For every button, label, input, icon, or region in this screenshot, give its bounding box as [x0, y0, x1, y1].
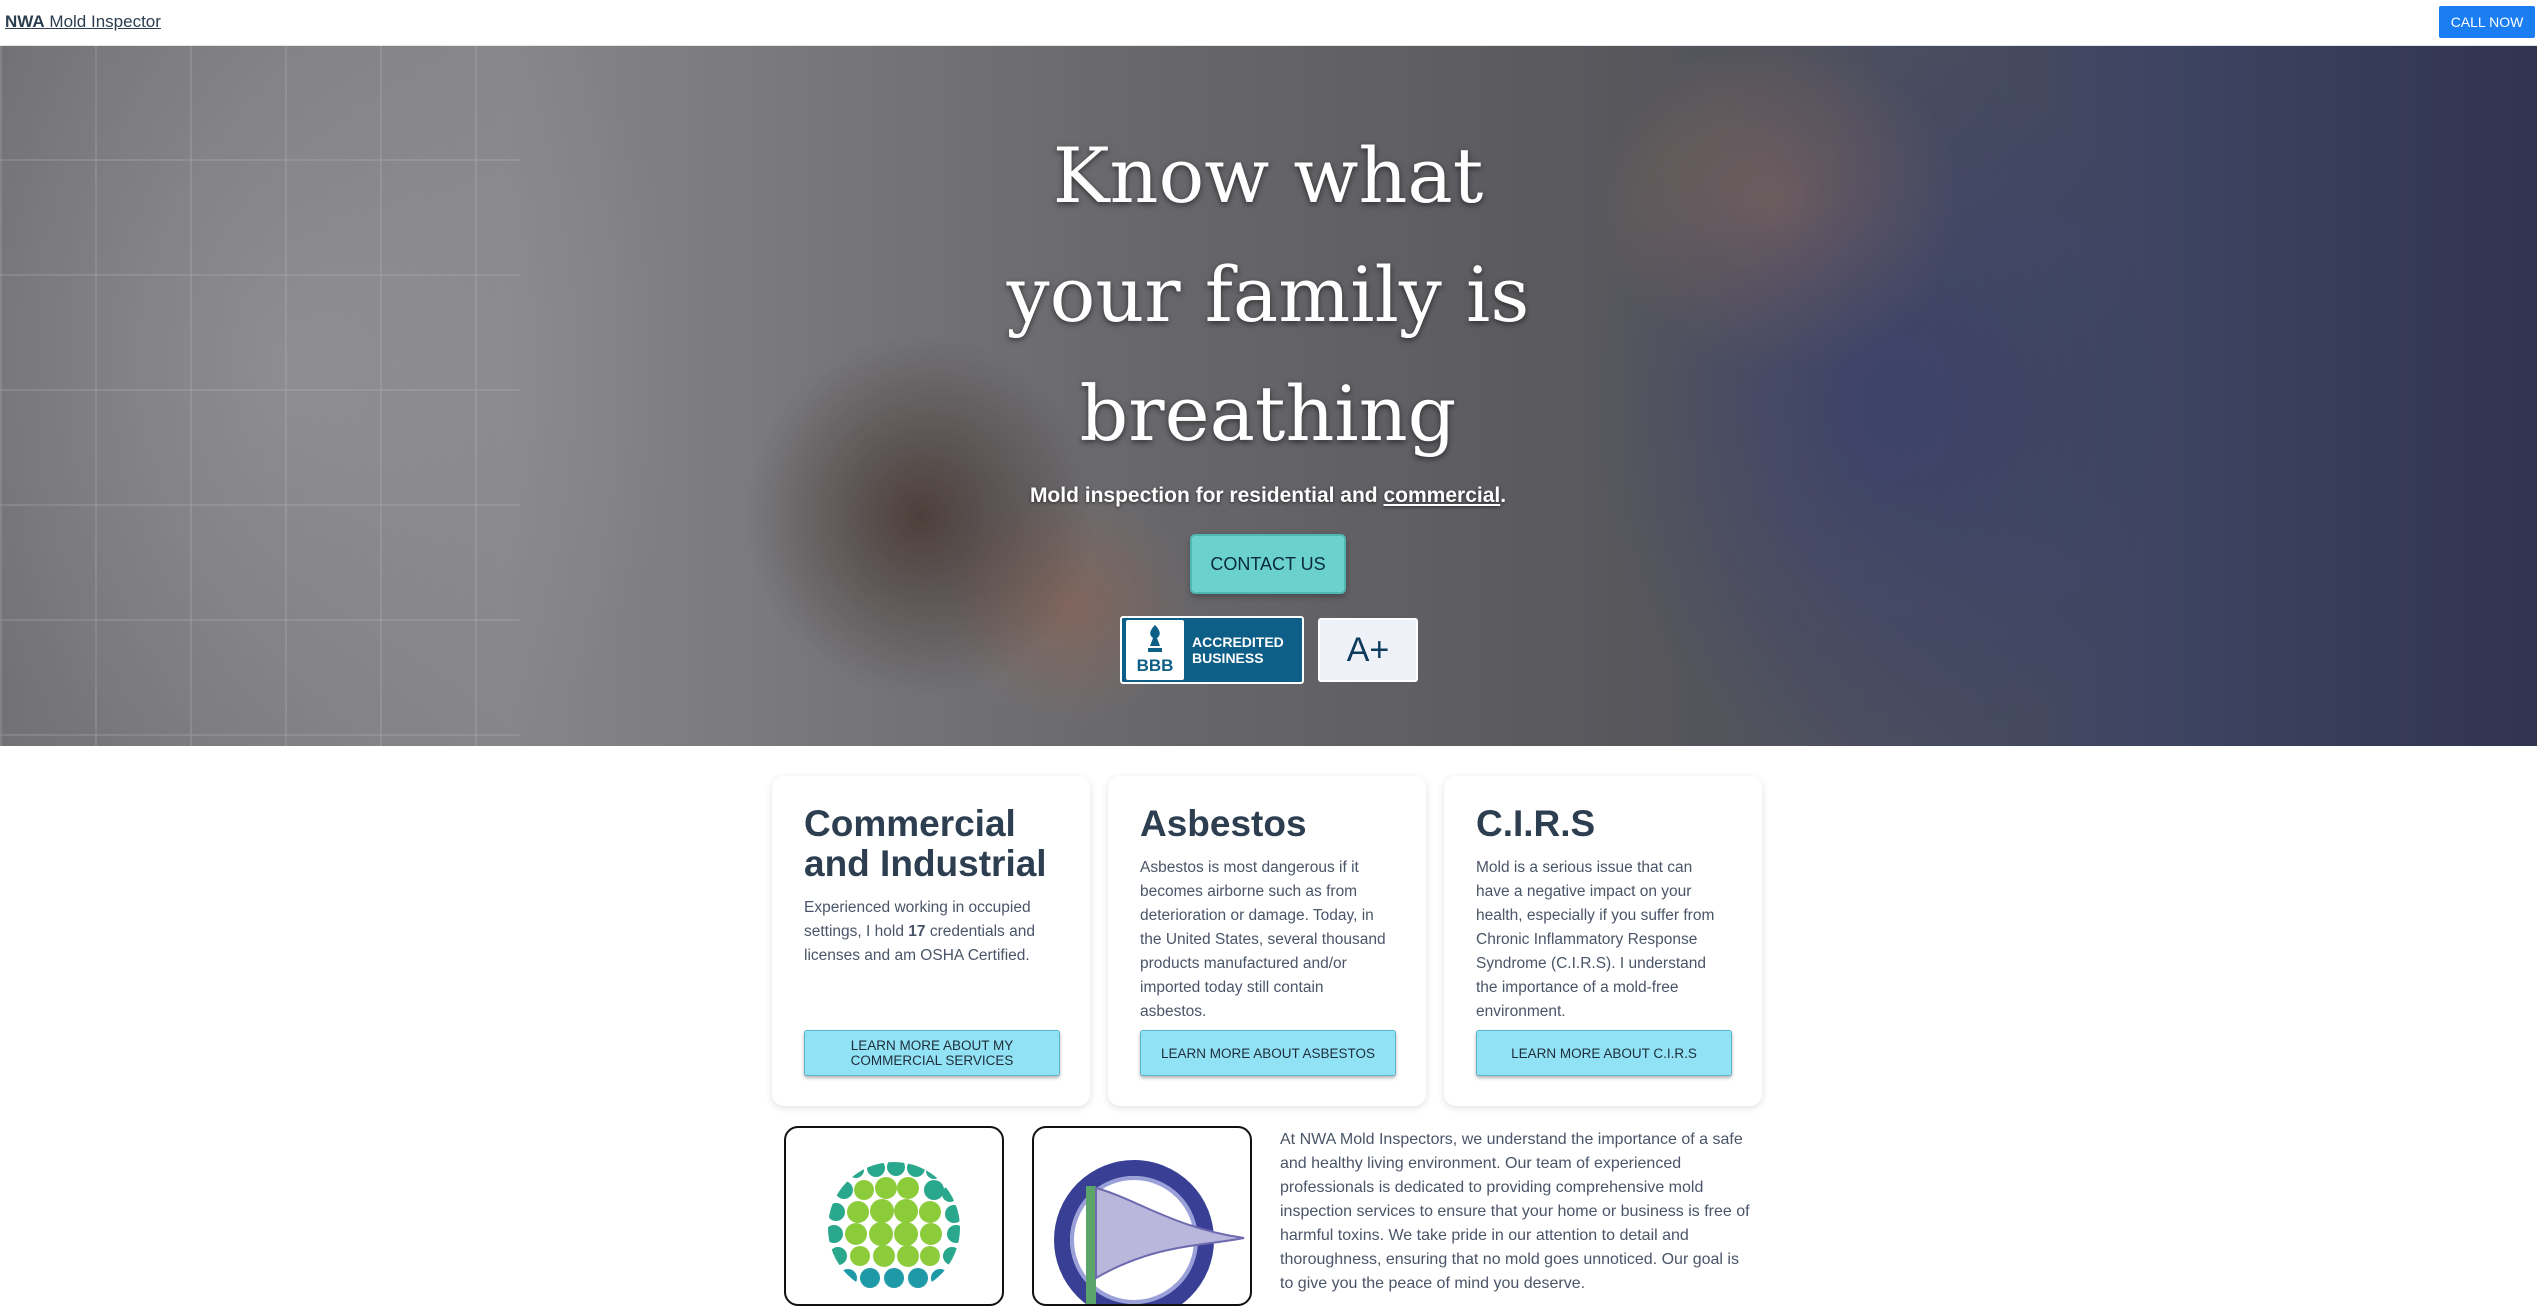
contact-us-button[interactable]: CONTACT US — [1190, 534, 1346, 594]
bbb-accredited-badge[interactable]: BBB ACCREDITED BUSINESS — [1120, 616, 1304, 684]
card-title: Commercial and Industrial — [804, 803, 1047, 884]
card-title: Asbestos — [1140, 803, 1307, 844]
learn-more-asbestos-button[interactable]: LEARN MORE ABOUT ASBESTOS — [1140, 1030, 1396, 1076]
hero-section: Know what your family is breathing Mold … — [0, 46, 2537, 746]
card-text: Experienced working in occupied settings… — [804, 896, 1058, 968]
hero-title-line3: breathing — [1079, 369, 1457, 458]
certification-logo-2 — [1032, 1126, 1252, 1306]
bbb-torch-icon: BBB — [1126, 620, 1184, 680]
learn-more-commercial-button[interactable]: LEARN MORE ABOUT MY COMMERCIAL SERVICES — [804, 1030, 1060, 1076]
sphere-dots-logo — [828, 1162, 960, 1294]
card-asbestos: Asbestos Asbestos is most dangerous if i… — [1108, 776, 1426, 1106]
bbb-line2: BUSINESS — [1192, 650, 1264, 666]
bbb-rating-badge[interactable]: A+ — [1318, 618, 1418, 682]
hero-subtitle-text: Mold inspection for residential and — [1029, 484, 1378, 507]
card-text-bold: 17 — [908, 923, 926, 940]
call-now-button[interactable]: CALL NOW — [2439, 6, 2535, 38]
learn-more-cirs-button[interactable]: LEARN MORE ABOUT C.I.R.S — [1476, 1030, 1732, 1076]
brand-link[interactable]: NWA Mold Inspector — [5, 12, 161, 32]
about-text: At NWA Mold Inspectors, we understand th… — [1280, 1131, 1750, 1292]
card-cirs: C.I.R.S Mold is a serious issue that can… — [1444, 776, 1762, 1106]
top-nav: NWA Mold Inspector CALL NOW — [0, 0, 2537, 46]
commercial-link[interactable]: commercial — [1383, 484, 1500, 507]
card-text: Mold is a serious issue that can have a … — [1476, 859, 1715, 1020]
hero-title-line2: your family is — [1006, 250, 1530, 339]
hero-subtitle: Mold inspection for residential and comm… — [868, 484, 1668, 508]
hero-title-line1: Know what — [1052, 131, 1484, 220]
brand-rest: Mold Inspector — [49, 12, 161, 31]
hero-subtitle-period: . — [1500, 484, 1507, 507]
bbb-mark-text: BBB — [1136, 656, 1174, 675]
certification-logo-1 — [784, 1126, 1004, 1306]
hero-title: Know what your family is breathing — [968, 116, 1568, 473]
brand-bold: NWA — [5, 12, 45, 31]
bbb-line1: ACCREDITED — [1192, 634, 1284, 650]
card-text: Asbestos is most dangerous if it becomes… — [1140, 859, 1386, 1020]
card-title: C.I.R.S — [1476, 803, 1596, 844]
flag-circle-logo — [1054, 1160, 1245, 1304]
card-commercial: Commercial and Industrial Experienced wo… — [772, 776, 1090, 1106]
